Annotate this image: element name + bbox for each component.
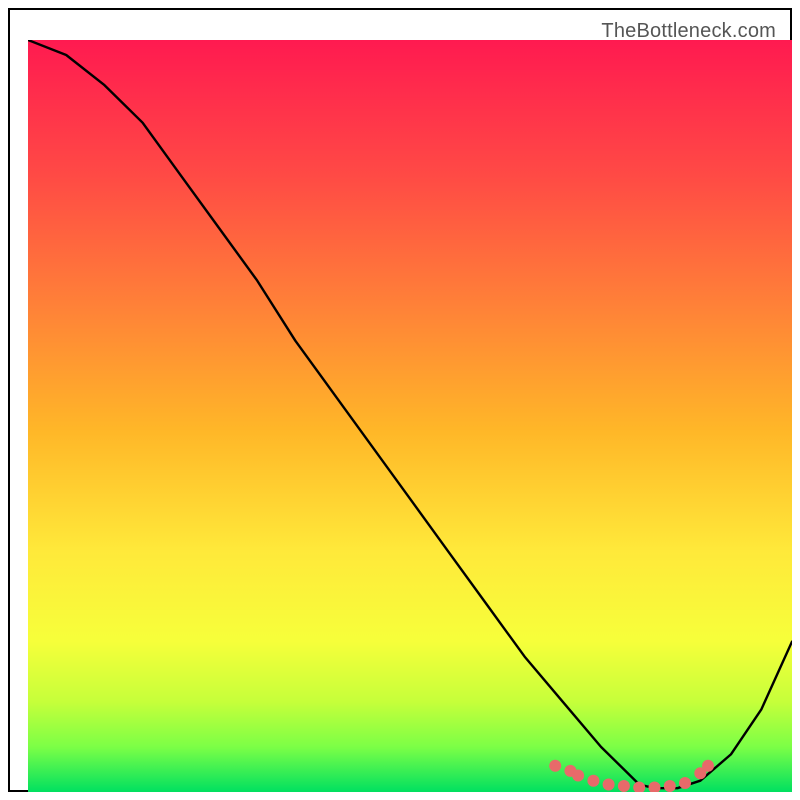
trough-dot <box>664 780 676 792</box>
trough-dot <box>618 780 630 792</box>
trough-dot <box>603 779 615 791</box>
trough-dot <box>549 760 561 772</box>
chart-svg <box>28 40 792 792</box>
trough-dot <box>679 777 691 789</box>
watermark-text: TheBottleneck.com <box>601 20 776 43</box>
trough-dot <box>702 760 714 772</box>
trough-dot <box>572 770 584 782</box>
heat-gradient <box>28 40 792 792</box>
chart-frame: TheBottleneck.com <box>8 8 792 792</box>
plot-area <box>28 40 792 792</box>
trough-dot <box>587 775 599 787</box>
